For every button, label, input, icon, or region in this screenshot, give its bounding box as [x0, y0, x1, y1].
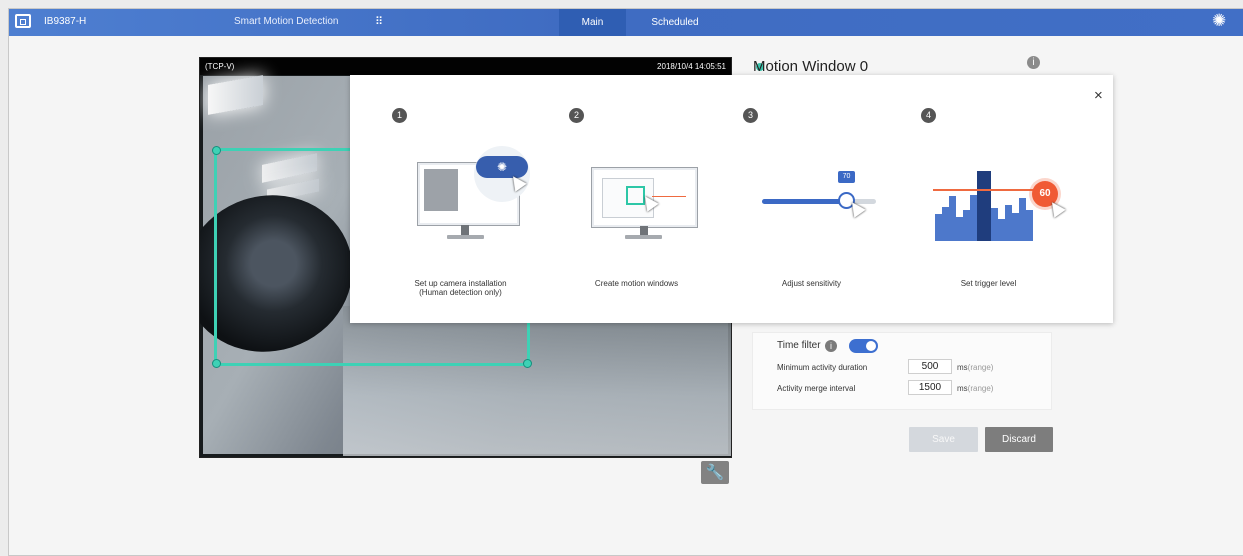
feature-name[interactable]: Smart Motion Detection: [234, 16, 339, 27]
minimum-activity-duration-label: Minimum activity duration: [777, 363, 868, 372]
step-4-text: Set trigger level: [960, 279, 1017, 288]
activity-merge-interval-unit: ms(range): [957, 384, 993, 393]
close-icon[interactable]: ×: [1094, 87, 1103, 104]
time-filter-label: Time filter: [777, 340, 821, 351]
activity-bar: [935, 214, 942, 241]
tutorial-dialog: × 1 2 3 4 ✺ 70 60 Set up camera installa…: [350, 75, 1113, 323]
activity-bar: [1026, 210, 1033, 241]
activity-bar: [956, 217, 963, 241]
grid-icon[interactable]: ⠿: [375, 15, 383, 28]
unit-ms: ms: [957, 363, 968, 372]
step-1-monitor-base: [447, 235, 484, 239]
activity-bar: [1012, 213, 1019, 241]
top-bar: IB9387-H Smart Motion Detection ⠿ Main S…: [9, 9, 1243, 36]
step-1-panel: [424, 169, 458, 211]
activity-bar: [963, 210, 970, 241]
ceiling-light: [208, 75, 263, 115]
info-icon[interactable]: i: [825, 340, 837, 352]
time-filter-panel: Time filter i Minimum activity duration …: [752, 332, 1052, 410]
unit-ms: ms: [957, 384, 968, 393]
step-2-monitor-base: [625, 235, 662, 239]
activity-bar: [991, 208, 998, 241]
step-number-1: 1: [392, 108, 407, 123]
activity-bar: [998, 219, 1005, 241]
activity-bar: [977, 171, 991, 241]
range-link[interactable]: (range): [968, 384, 994, 393]
minimum-activity-duration-input[interactable]: 500: [908, 359, 952, 374]
wrench-icon[interactable]: 🔧: [701, 461, 729, 484]
stream-label: (TCP-V): [205, 62, 235, 71]
step-1-text: Set up camera installation (Human detect…: [414, 279, 507, 297]
discard-button[interactable]: Discard: [985, 427, 1053, 452]
device-name: IB9387-H: [44, 16, 87, 27]
resize-handle[interactable]: [212, 359, 221, 368]
activity-merge-interval-label: Activity merge interval: [777, 384, 856, 393]
step-number-3: 3: [743, 108, 758, 123]
step-3-text: Adjust sensitivity: [781, 279, 842, 288]
activity-bar: [1019, 198, 1026, 241]
step-number-4: 4: [921, 108, 936, 123]
resize-handle[interactable]: [523, 359, 532, 368]
save-button[interactable]: Save: [909, 427, 978, 452]
range-link[interactable]: (range): [968, 363, 994, 372]
step-2-text: Create motion windows: [594, 279, 679, 288]
trigger-preview-line: [652, 196, 686, 197]
gear-icon[interactable]: ✺: [1212, 11, 1226, 31]
activity-bar: [1005, 205, 1012, 241]
activity-bar: [949, 196, 956, 241]
trigger-level-line: [933, 189, 1045, 191]
tab-main[interactable]: Main: [559, 9, 626, 36]
step-number-2: 2: [569, 108, 584, 123]
resize-handle[interactable]: [212, 146, 221, 155]
time-filter-toggle[interactable]: [849, 339, 878, 353]
trigger-level-chart: [935, 157, 1043, 241]
video-timestamp: 2018/10/4 14:05:51: [657, 62, 726, 71]
activity-bar: [942, 207, 949, 241]
tab-scheduled[interactable]: Scheduled: [635, 9, 715, 36]
info-icon[interactable]: i: [1027, 56, 1040, 69]
camera-logo-icon: [15, 14, 31, 28]
motion-window-title: Motion Window 0: [753, 58, 869, 75]
sensitivity-slider-fill: [762, 199, 846, 204]
app-window: IB9387-H Smart Motion Detection ⠿ Main S…: [8, 8, 1243, 556]
sensitivity-value-badge: 70: [838, 171, 855, 183]
video-header: (TCP-V) 2018/10/4 14:05:51: [200, 58, 731, 75]
activity-merge-interval-input[interactable]: 1500: [908, 380, 952, 395]
activity-bar: [970, 195, 977, 241]
minimum-activity-duration-unit: ms(range): [957, 363, 993, 372]
